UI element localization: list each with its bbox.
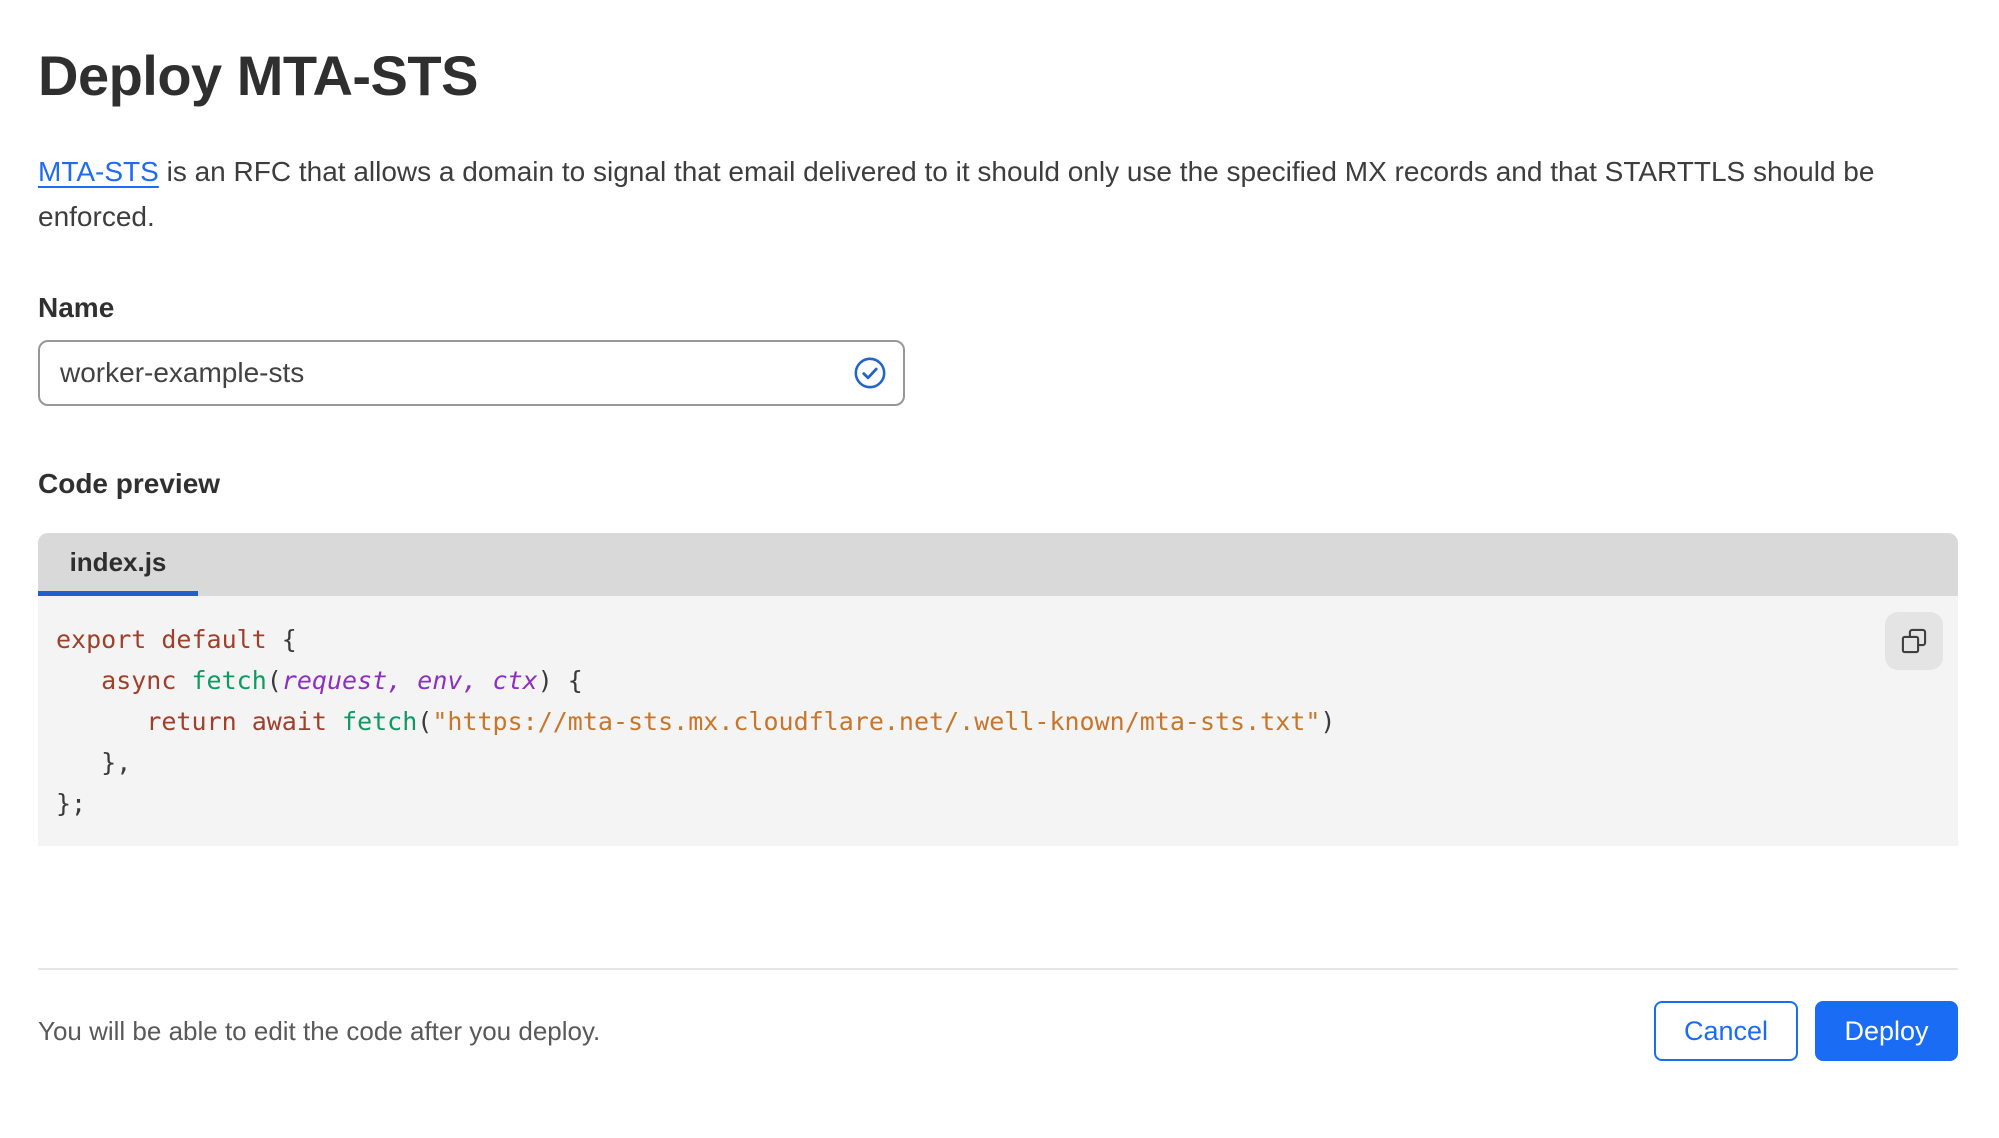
- description: MTA-STS is an RFC that allows a domain t…: [38, 149, 1943, 239]
- mta-sts-link[interactable]: MTA-STS: [38, 156, 159, 187]
- copy-icon: [1901, 629, 1927, 654]
- name-input-wrapper: [38, 340, 905, 407]
- cancel-button[interactable]: Cancel: [1653, 1001, 1798, 1062]
- page-title: Deploy MTA-STS: [38, 44, 478, 107]
- tab-index-js[interactable]: index.js: [38, 533, 198, 597]
- code-content: export default { async fetch(request, en…: [56, 625, 1336, 819]
- deploy-button[interactable]: Deploy: [1815, 1001, 1958, 1062]
- check-circle-icon: [854, 357, 886, 389]
- name-input[interactable]: [38, 340, 905, 407]
- deploy-mta-sts-page: Deploy MTA-STS MTA-STS is an RFC that al…: [0, 0, 1999, 1062]
- code-preview-label: Code preview: [38, 468, 221, 500]
- footer-actions: Cancel Deploy: [1653, 1001, 1958, 1062]
- name-label: Name: [38, 292, 115, 324]
- code-preview-block: index.js export default { async fetch(re…: [38, 533, 1958, 847]
- code-editor: export default { async fetch(request, en…: [38, 596, 1958, 847]
- copy-code-button[interactable]: [1885, 612, 1943, 671]
- code-tabbar: index.js: [38, 533, 1958, 597]
- description-text: is an RFC that allows a domain to signal…: [38, 156, 1875, 233]
- footer-note: You will be able to edit the code after …: [38, 1015, 601, 1046]
- footer: You will be able to edit the code after …: [38, 970, 1958, 1062]
